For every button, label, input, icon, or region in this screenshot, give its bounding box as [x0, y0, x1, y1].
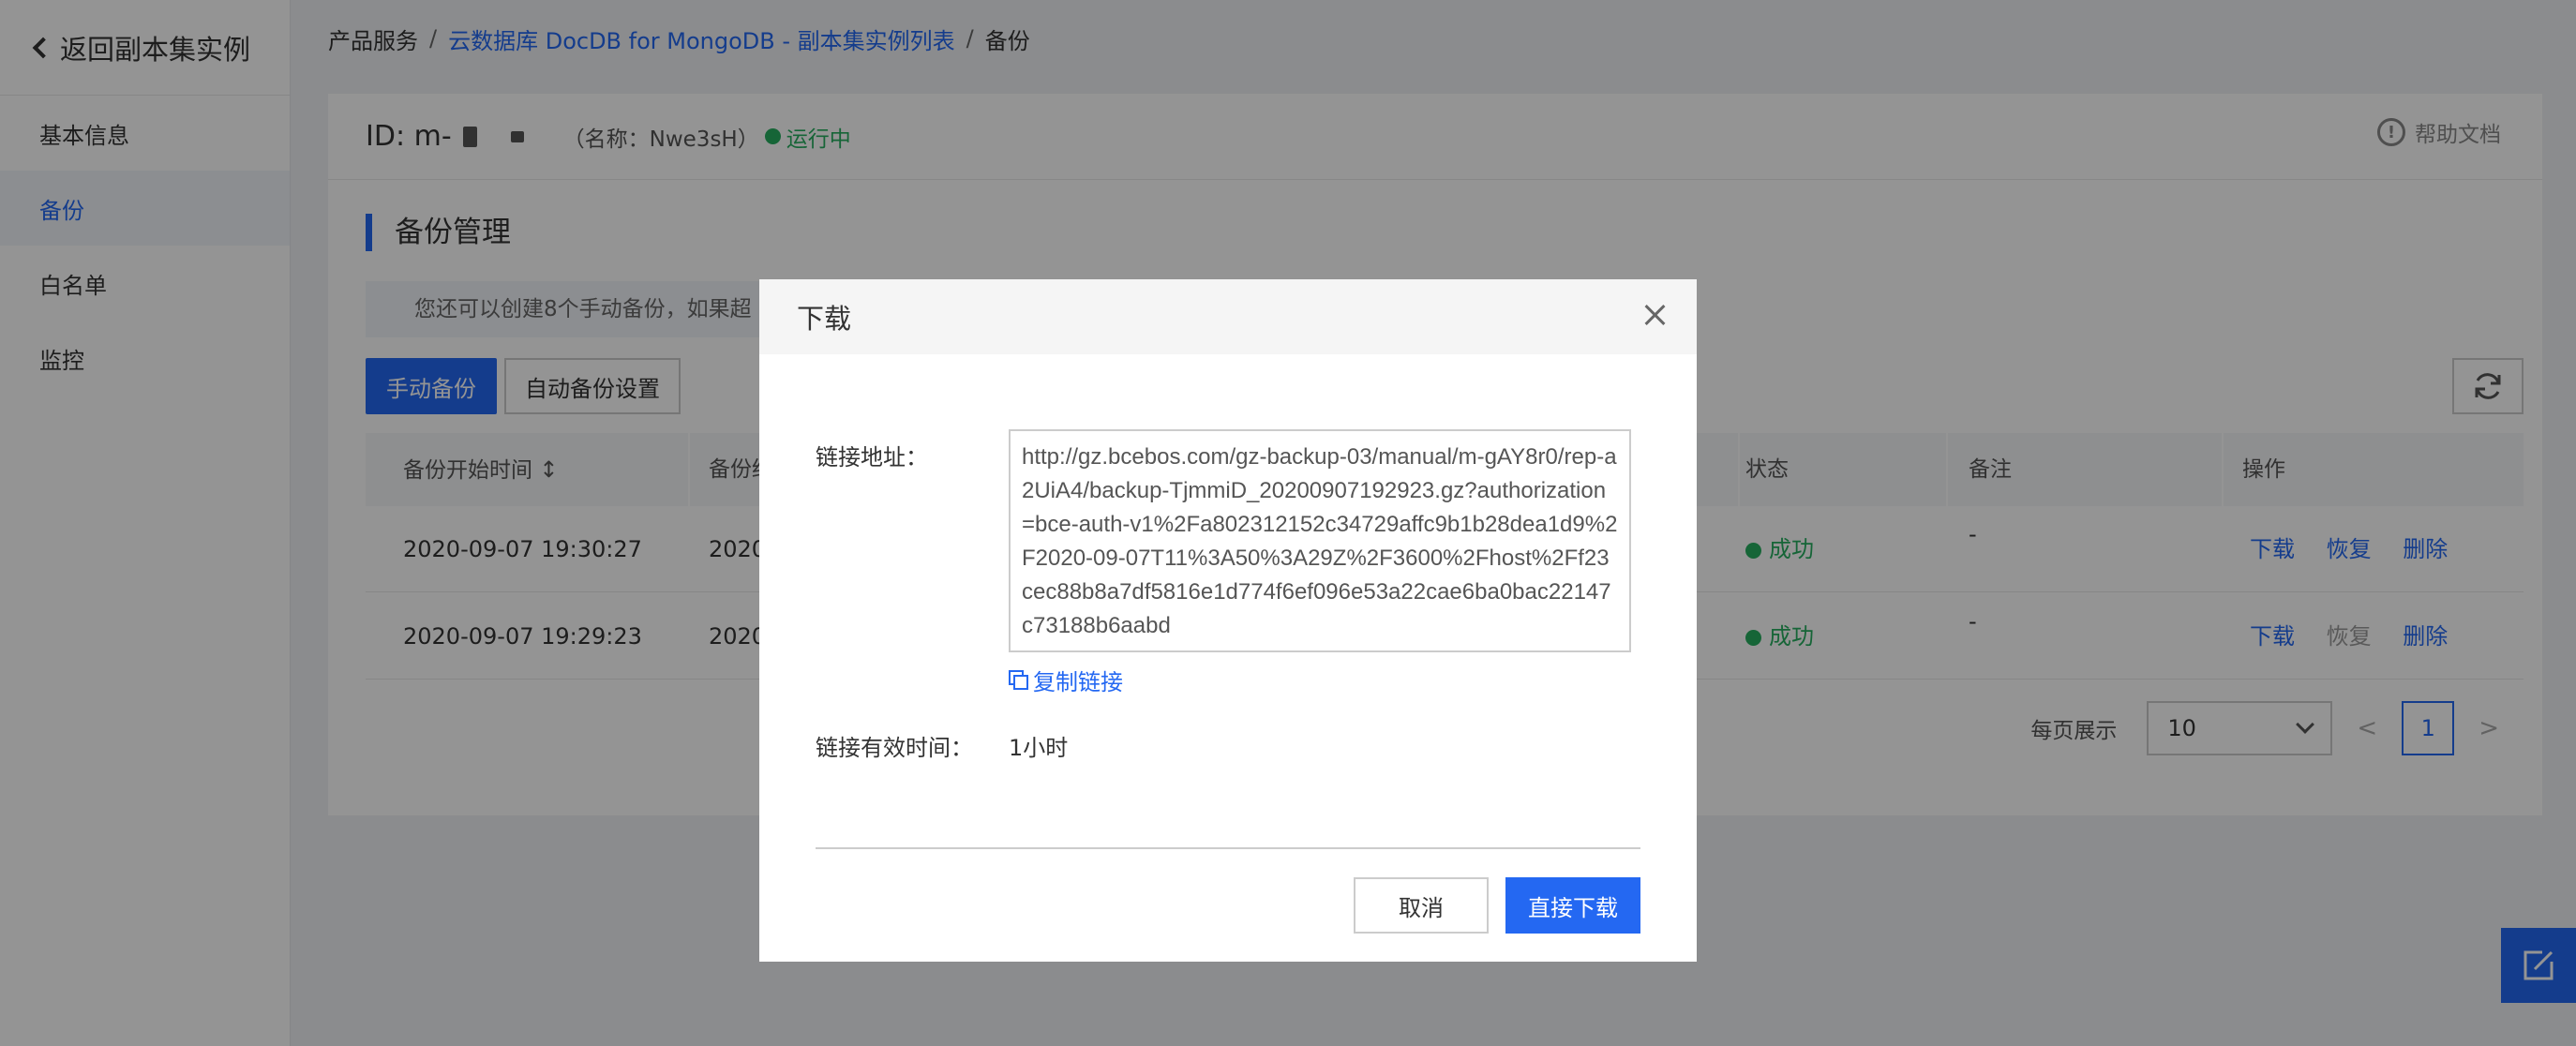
copy-icon: [1009, 669, 1029, 691]
copy-link-label: 复制链接: [1033, 669, 1123, 695]
dialog-divider: [816, 847, 1640, 849]
close-icon[interactable]: [1640, 300, 1670, 330]
copy-link-button[interactable]: 复制链接: [1009, 664, 1123, 696]
dialog-header: 下载: [759, 279, 1697, 354]
dialog-title: 下载: [797, 303, 852, 335]
cancel-button[interactable]: 取消: [1354, 877, 1489, 934]
link-valid-value: 1小时: [1009, 735, 1069, 761]
download-dialog: 下载 链接地址： http://gz.bcebos.com/gz-backup-…: [759, 279, 1697, 962]
link-address-textarea[interactable]: http://gz.bcebos.com/gz-backup-03/manual…: [1009, 429, 1631, 652]
link-valid-label: 链接有效时间：: [816, 735, 973, 761]
direct-download-button[interactable]: 直接下载: [1505, 877, 1640, 934]
link-address-label: 链接地址：: [816, 444, 928, 471]
